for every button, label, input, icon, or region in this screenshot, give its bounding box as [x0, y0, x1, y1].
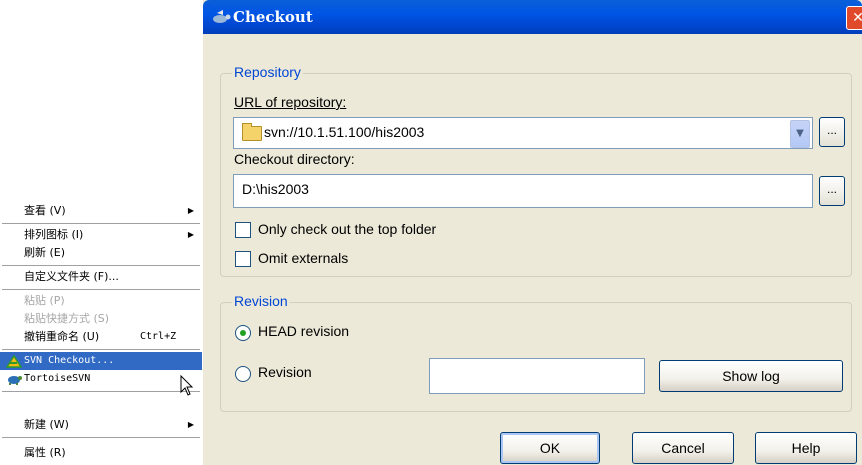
- menu-item-svn-checkout[interactable]: SVN Checkout...: [0, 352, 202, 370]
- revision-group-title: Revision: [232, 293, 290, 309]
- menu-item-label: 排列图标 (I): [24, 228, 84, 241]
- menu-item-undo-rename[interactable]: 撤销重命名 (U) Ctrl+Z: [0, 328, 202, 346]
- repository-group-title: Repository: [232, 64, 303, 80]
- dropdown-arrow-icon[interactable]: ▼: [790, 120, 810, 148]
- url-label: URL of repository:: [234, 94, 346, 110]
- help-button[interactable]: Help: [755, 432, 857, 464]
- head-revision-radio[interactable]: [235, 325, 251, 341]
- revision-radio[interactable]: [235, 366, 251, 382]
- context-menu: 查看 (V) ▶ 排列图标 (I) ▶ 刷新 (E) 自定义文件夹 (F)...…: [0, 197, 204, 465]
- menu-item-new[interactable]: 新建 (W) ▶: [0, 416, 202, 434]
- url-combobox[interactable]: svn://10.1.51.100/his2003 ▼: [233, 117, 813, 149]
- radio-selected-dot: [240, 330, 246, 336]
- revision-label[interactable]: Revision: [258, 364, 312, 380]
- menu-item-label: 撤销重命名 (U): [24, 330, 100, 343]
- only-top-folder-label[interactable]: Only check out the top folder: [258, 221, 436, 237]
- menu-item-label: 新建 (W): [24, 418, 69, 431]
- menu-separator: [2, 391, 200, 392]
- ok-button[interactable]: OK: [500, 432, 600, 464]
- url-label-text: URL of repository:: [234, 94, 347, 110]
- menu-item-arrange-icons[interactable]: 排列图标 (I) ▶: [0, 226, 202, 244]
- checkout-dialog: Checkout ✕ Repository URL of repository:…: [203, 0, 862, 465]
- omit-externals-checkbox[interactable]: [235, 251, 251, 267]
- menu-item-label: 查看 (V): [24, 204, 66, 217]
- submenu-arrow-icon: ▶: [187, 420, 194, 429]
- only-top-folder-checkbox[interactable]: [235, 222, 251, 238]
- menu-item-properties[interactable]: 属性 (R): [0, 444, 202, 462]
- browse-url-button[interactable]: ...: [819, 117, 845, 147]
- menu-separator: [2, 223, 200, 224]
- show-log-button[interactable]: Show log: [659, 360, 843, 392]
- revision-input[interactable]: [429, 358, 645, 394]
- menu-item-refresh[interactable]: 刷新 (E): [0, 244, 202, 262]
- menu-item-view[interactable]: 查看 (V) ▶: [0, 202, 202, 220]
- checkout-dir-value: D:\his2003: [242, 181, 309, 197]
- menu-separator: [2, 349, 200, 350]
- cancel-button[interactable]: Cancel: [632, 432, 734, 464]
- browse-dir-button[interactable]: ...: [819, 176, 845, 206]
- revision-group: [220, 302, 852, 412]
- menu-item-label: SVN Checkout...: [24, 355, 115, 366]
- svn-checkout-icon: [5, 354, 23, 368]
- menu-item-tortoisesvn[interactable]: TortoiseSVN: [0, 370, 202, 388]
- menu-item-label: 属性 (R): [24, 446, 66, 459]
- menu-separator: [2, 437, 200, 438]
- omit-externals-label[interactable]: Omit externals: [258, 250, 348, 266]
- close-button[interactable]: ✕: [846, 6, 862, 30]
- dialog-title: Checkout: [233, 8, 313, 26]
- folder-icon: [242, 123, 262, 141]
- mouse-cursor-icon: [180, 375, 194, 396]
- menu-item-customize-folder[interactable]: 自定义文件夹 (F)...: [0, 268, 202, 286]
- menu-item-paste[interactable]: 粘贴 (P): [0, 292, 202, 310]
- menu-item-paste-shortcut[interactable]: 粘贴快捷方式 (S): [0, 310, 202, 328]
- menu-item-shortcut: Ctrl+Z: [140, 331, 177, 342]
- checkout-icon: [211, 9, 231, 25]
- menu-separator: [2, 265, 200, 266]
- url-value: svn://10.1.51.100/his2003: [264, 124, 425, 140]
- checkout-dir-label: Checkout directory:: [234, 151, 355, 167]
- checkout-dir-input[interactable]: D:\his2003: [233, 174, 813, 208]
- menu-item-label: 自定义文件夹 (F)...: [24, 270, 119, 283]
- head-revision-label[interactable]: HEAD revision: [258, 323, 349, 339]
- menu-item-label: 粘贴快捷方式 (S): [24, 312, 110, 325]
- title-bar[interactable]: Checkout ✕: [203, 0, 862, 34]
- submenu-arrow-icon: ▶: [187, 230, 194, 239]
- menu-separator: [2, 289, 200, 290]
- tortoise-icon: [6, 372, 22, 386]
- menu-item-label: 刷新 (E): [24, 246, 66, 259]
- menu-item-label: TortoiseSVN: [24, 373, 91, 384]
- menu-item-label: 粘贴 (P): [24, 294, 65, 307]
- submenu-arrow-icon: ▶: [187, 206, 194, 215]
